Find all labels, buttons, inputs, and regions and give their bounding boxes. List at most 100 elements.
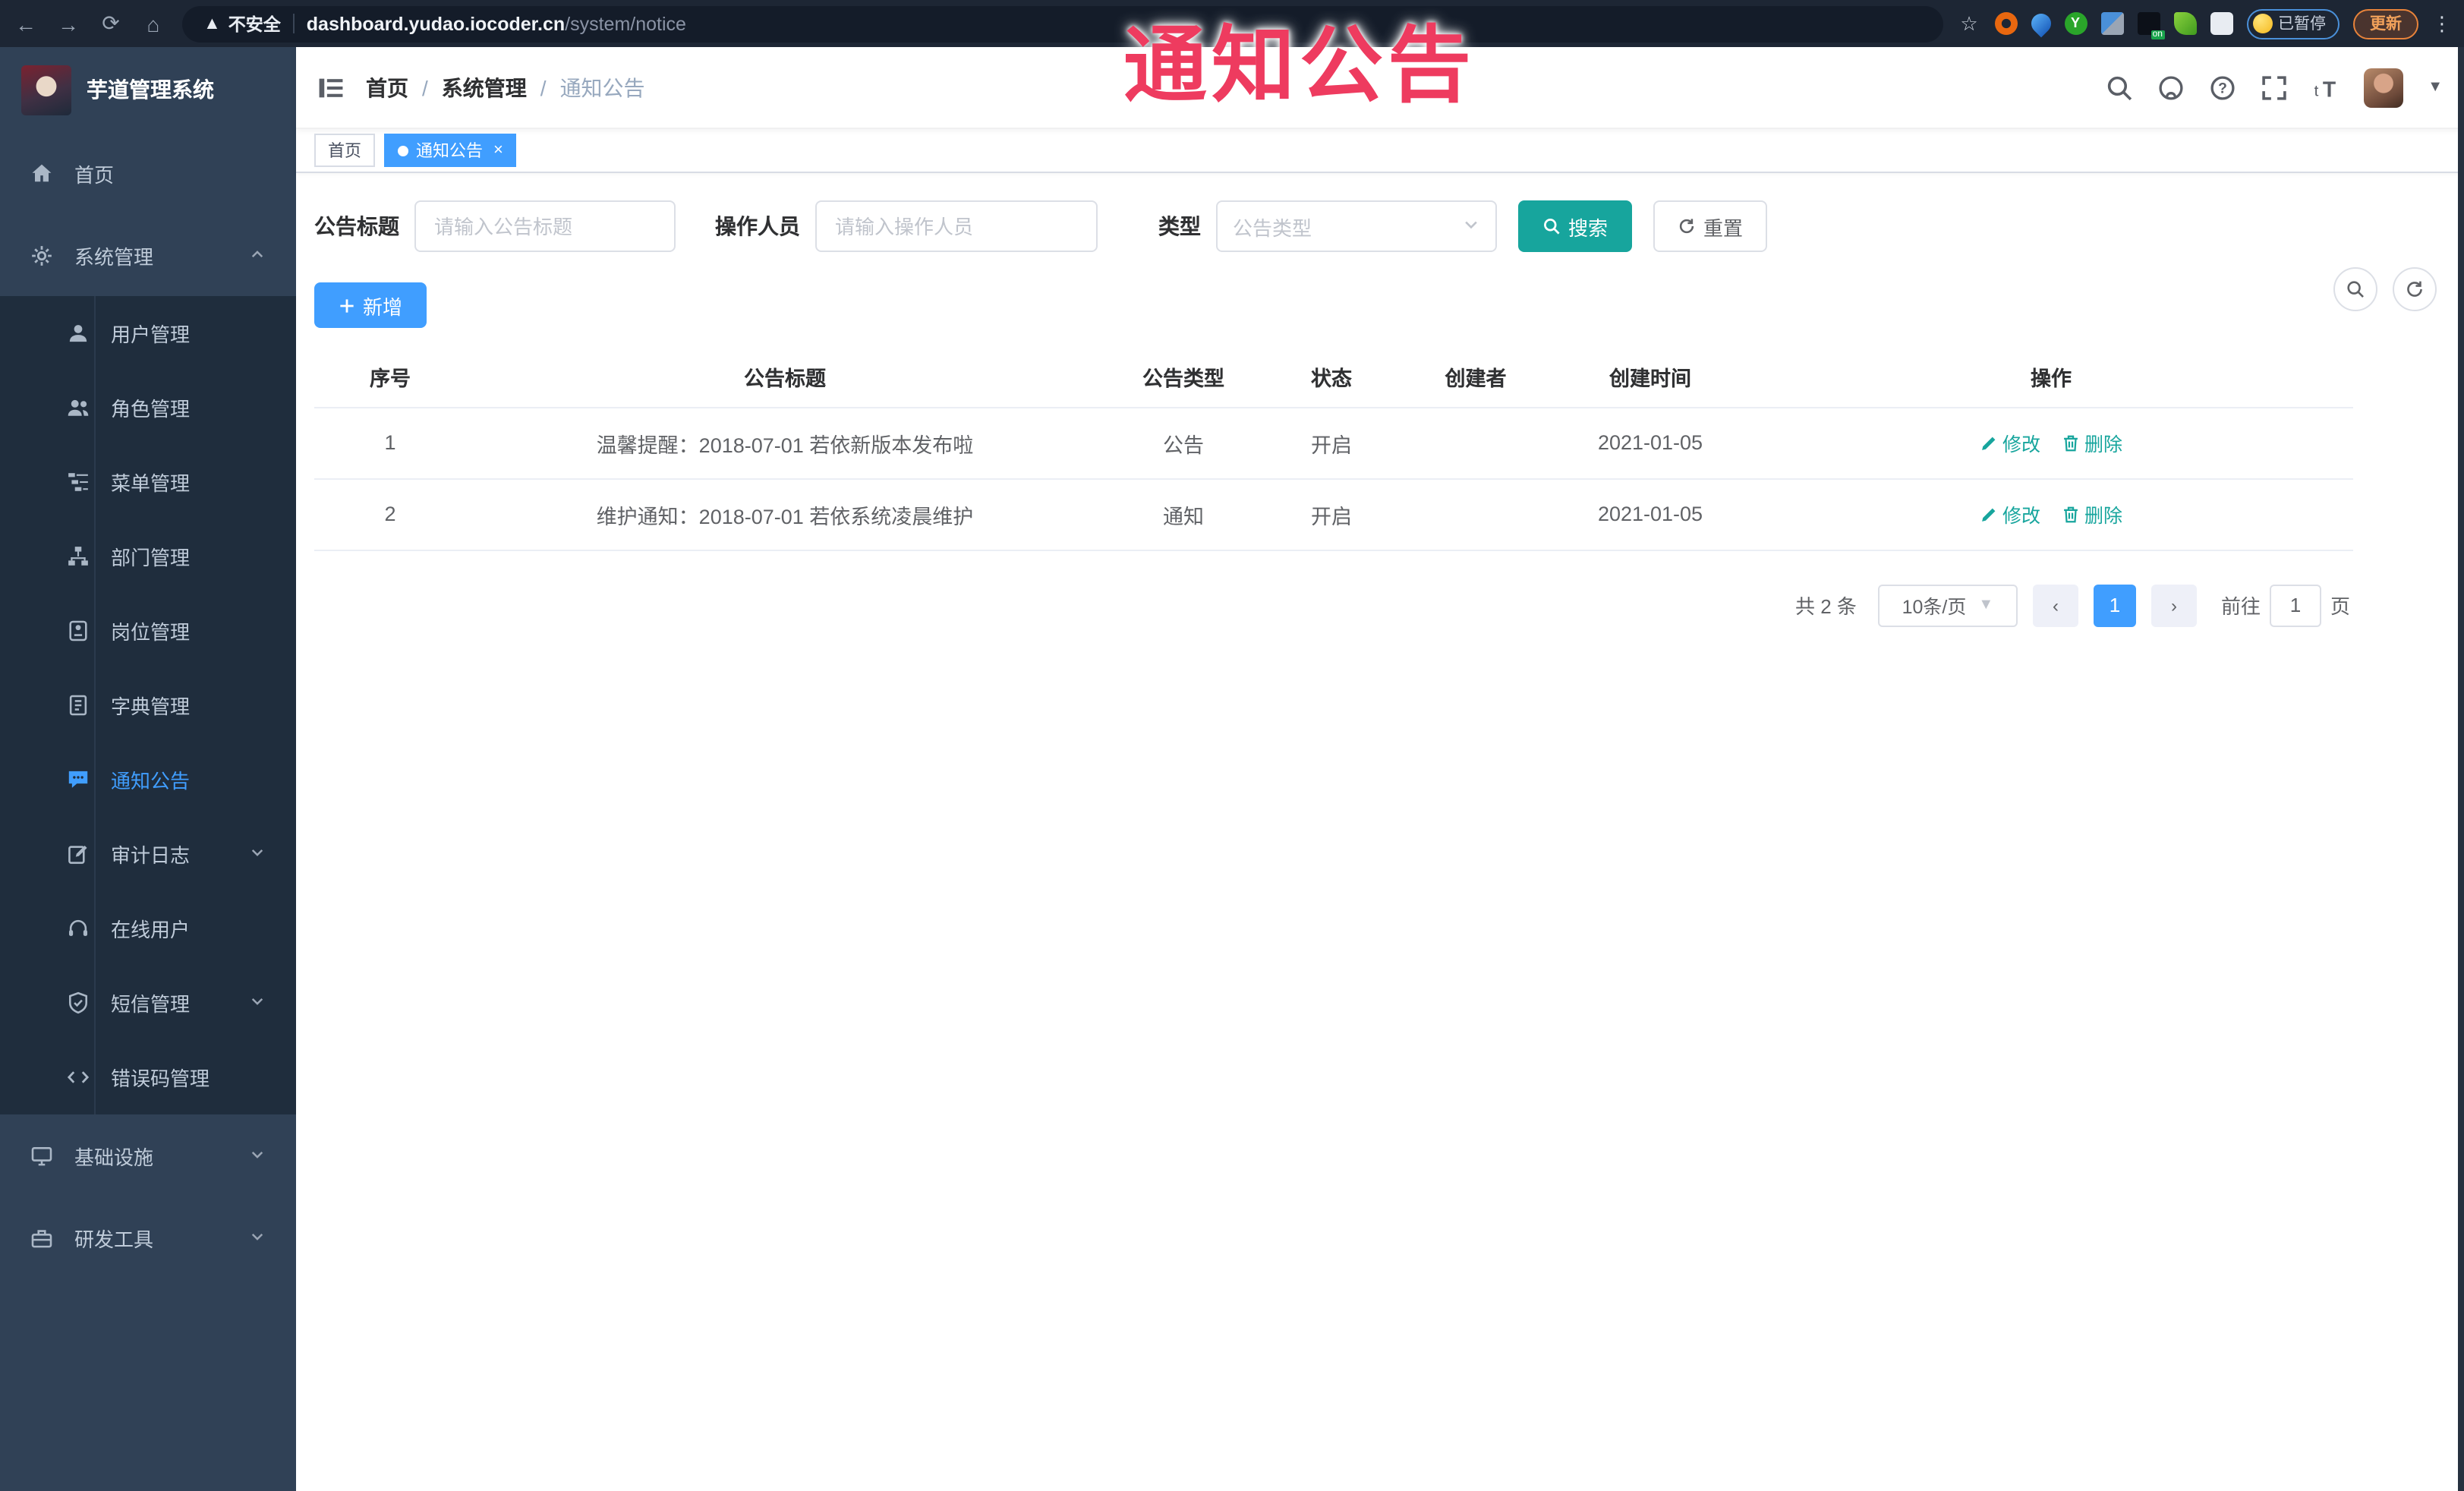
sidebar-item-departments[interactable]: 部门管理	[0, 519, 296, 594]
active-dot-icon	[398, 145, 408, 156]
user-avatar[interactable]	[2364, 68, 2404, 107]
table-header-row: 序号 公告标题 公告类型 状态 创建者 创建时间 操作	[314, 346, 2353, 408]
gear-icon	[30, 244, 53, 266]
sidebar-item-menus[interactable]: 菜单管理	[0, 445, 296, 519]
type-filter-select[interactable]: 公告类型	[1216, 200, 1497, 252]
table-tools	[2333, 267, 2437, 311]
help-icon[interactable]: ?	[2209, 74, 2236, 101]
menu-tree-icon	[67, 471, 90, 493]
url-text[interactable]: dashboard.yudao.iocoder.cn/system/notice	[307, 13, 686, 34]
toggle-search-button[interactable]	[2333, 267, 2377, 311]
leaf-extension-icon[interactable]	[2173, 12, 2196, 35]
operator-filter-input[interactable]	[815, 200, 1098, 252]
title-filter-label: 公告标题	[314, 214, 399, 238]
type-select-placeholder: 公告类型	[1233, 216, 1312, 239]
sidebar-item-label: 错误码管理	[111, 1067, 210, 1090]
search-button[interactable]: 搜索	[1518, 200, 1633, 252]
sidebar-item-dictionary[interactable]: 字典管理	[0, 668, 296, 742]
sidebar-item-home[interactable]: 首页	[0, 132, 296, 214]
sidebar-item-roles[interactable]: 角色管理	[0, 370, 296, 445]
sidebar-item-users[interactable]: 用户管理	[0, 296, 296, 370]
refresh-table-button[interactable]	[2393, 267, 2437, 311]
fullscreen-icon[interactable]	[2261, 74, 2288, 101]
delete-button[interactable]: 删除	[2062, 500, 2122, 528]
sidebar-item-dev-tools[interactable]: 研发工具	[0, 1196, 296, 1278]
cell-type: 通知	[1104, 478, 1263, 550]
font-size-icon[interactable]: tT	[2312, 74, 2340, 101]
search-icon[interactable]	[2106, 74, 2133, 101]
sidebar-item-label: 用户管理	[111, 323, 191, 346]
address-bar[interactable]: ▲ 不安全 dashboard.yudao.iocoder.cn/system/n…	[182, 5, 1943, 42]
add-button[interactable]: 新增	[314, 282, 427, 328]
sidebar-item-audit-log[interactable]: 审计日志	[0, 817, 296, 891]
breadcrumb-current: 通知公告	[559, 75, 645, 99]
browser-update-button[interactable]: 更新	[2353, 8, 2418, 39]
edit-button[interactable]: 修改	[1980, 500, 2040, 528]
app-logo-row[interactable]: 芋道管理系统	[0, 47, 296, 132]
tag-notices[interactable]: 通知公告 ×	[384, 134, 517, 167]
forward-icon[interactable]: →	[55, 10, 82, 37]
grid-extension-icon[interactable]	[2100, 12, 2123, 35]
breadcrumb: 首页 / 系统管理 / 通知公告	[366, 72, 645, 102]
blue-drop-extension-icon[interactable]	[2026, 9, 2055, 38]
browser-menu-icon[interactable]: ⋮	[2432, 11, 2452, 36]
caret-down-icon[interactable]: ▼	[2428, 79, 2443, 96]
sidebar-item-infrastructure[interactable]: 基础设施	[0, 1114, 296, 1196]
goto-page-input[interactable]	[2269, 584, 2321, 626]
trash-icon	[2064, 506, 2078, 522]
edit-button[interactable]: 修改	[1980, 428, 2040, 457]
page-size-select[interactable]: 10条/页 ▼	[1877, 584, 2018, 626]
sidebar-item-positions[interactable]: 岗位管理	[0, 594, 296, 668]
page-number-1[interactable]: 1	[2093, 584, 2136, 626]
green-y-extension-icon[interactable]: Y	[2064, 12, 2087, 35]
puzzle-extension-icon[interactable]	[2210, 12, 2232, 35]
chevron-down-icon	[249, 991, 266, 1014]
app-title: 芋道管理系统	[87, 77, 214, 102]
table-row[interactable]: 1 温馨提醒：2018-07-01 若依新版本发布啦 公告 开启 2021-01…	[314, 407, 2353, 479]
next-page-button[interactable]: ›	[2150, 584, 2197, 626]
sidebar-item-notices[interactable]: 通知公告	[0, 742, 296, 817]
sidebar-item-label: 在线用户	[111, 919, 191, 941]
navbar-actions: ? tT ▼	[2106, 68, 2443, 107]
cell-title: 温馨提醒：2018-07-01 若依新版本发布啦	[466, 407, 1104, 479]
filter-form: 公告标题 操作人员 类型 公告类型 搜索 重置	[314, 200, 2446, 252]
sidebar-item-online-users[interactable]: 在线用户	[0, 891, 296, 966]
table-row[interactable]: 2 维护通知：2018-07-01 若依系统凌晨维护 通知 开启 2021-01…	[314, 478, 2353, 550]
home-icon[interactable]: ⌂	[140, 10, 167, 37]
tag-home[interactable]: 首页	[314, 134, 375, 167]
chevron-down-icon	[249, 1226, 266, 1249]
sidebar-item-label: 部门管理	[111, 547, 191, 569]
orange-extension-icon[interactable]	[1994, 12, 2017, 35]
browser-scrollbar[interactable]	[2458, 47, 2464, 1491]
sidebar-item-sms[interactable]: 短信管理	[0, 966, 296, 1040]
cell-created: 2021-01-05	[1552, 407, 1749, 479]
sidebar-menu: 首页 系统管理 用户管理 角色管理 菜单管理 部门管理 岗位管理 字典管理 通知…	[0, 132, 296, 1491]
online-user-icon	[67, 917, 90, 940]
on-badge-extension-icon[interactable]	[2137, 12, 2164, 39]
sidebar-item-system[interactable]: 系统管理	[0, 214, 296, 296]
cell-title: 维护通知：2018-07-01 若依系统凌晨维护	[466, 478, 1104, 550]
title-filter-input[interactable]	[414, 200, 676, 252]
delete-button[interactable]: 删除	[2062, 428, 2122, 457]
reset-button[interactable]: 重置	[1653, 200, 1768, 252]
users-icon	[67, 396, 90, 419]
home-icon	[30, 162, 53, 184]
github-icon[interactable]	[2157, 74, 2185, 101]
app-logo-image	[21, 65, 71, 115]
reload-icon[interactable]: ⟳	[97, 10, 124, 37]
bookmark-star-icon[interactable]: ☆	[1958, 12, 1980, 35]
book-icon	[67, 694, 90, 717]
breadcrumb-system[interactable]: 系统管理	[442, 72, 527, 102]
back-icon[interactable]: ←	[12, 10, 39, 37]
sidebar-item-error-codes[interactable]: 错误码管理	[0, 1040, 296, 1114]
prev-page-button[interactable]: ‹	[2032, 584, 2078, 626]
cell-creator	[1400, 407, 1552, 479]
breadcrumb-home[interactable]: 首页	[366, 72, 408, 102]
cell-created: 2021-01-05	[1552, 478, 1749, 550]
hamburger-icon[interactable]	[317, 74, 345, 101]
security-warning[interactable]: ▲ 不安全	[203, 11, 281, 36]
divider	[292, 14, 295, 33]
profile-paused-chip[interactable]: 已暂停	[2246, 8, 2340, 39]
warning-icon: ▲	[203, 14, 221, 33]
close-icon[interactable]: ×	[493, 141, 503, 159]
